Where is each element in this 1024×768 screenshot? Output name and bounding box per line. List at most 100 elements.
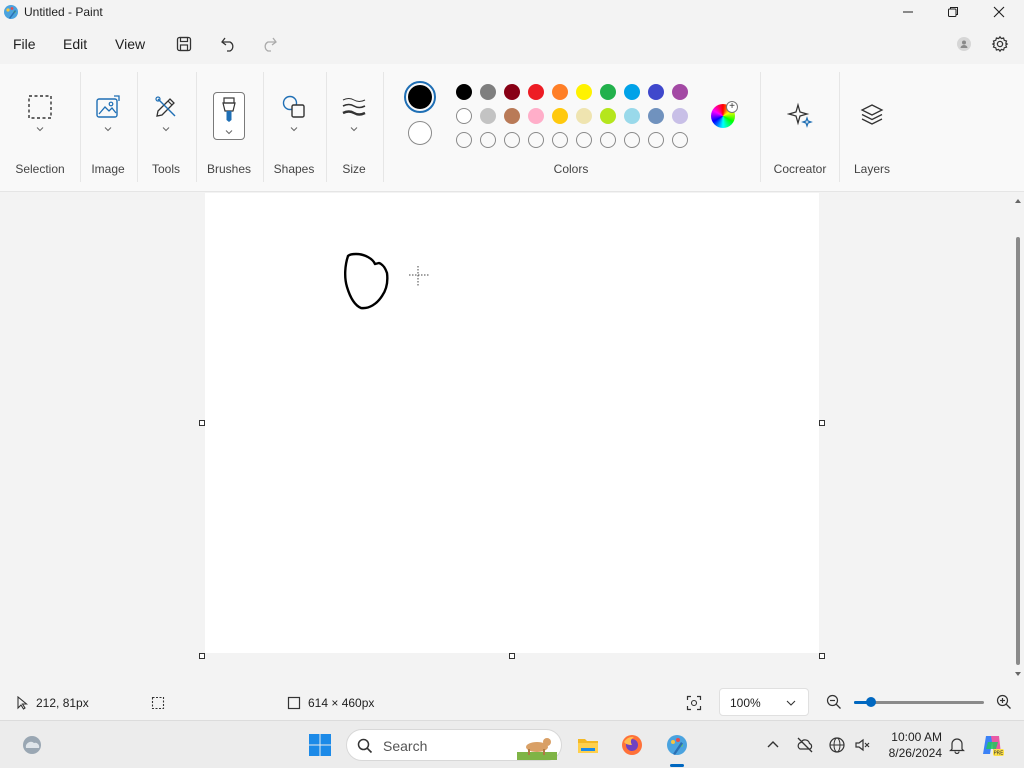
- account-button[interactable]: [950, 32, 978, 56]
- volume-button[interactable]: [849, 731, 877, 759]
- vertical-scrollbar[interactable]: [1012, 193, 1024, 685]
- color-swatch[interactable]: [600, 108, 616, 124]
- chevron-down-icon: [104, 127, 112, 132]
- color-swatch[interactable]: [672, 108, 688, 124]
- taskbar-search[interactable]: Search: [346, 729, 562, 761]
- selection-group[interactable]: Selection: [0, 64, 80, 192]
- scrollbar-thumb[interactable]: [1016, 237, 1020, 665]
- color-swatch[interactable]: [600, 84, 616, 100]
- scroll-up-icon[interactable]: [1014, 197, 1022, 205]
- color-swatch[interactable]: [648, 108, 664, 124]
- menu-file[interactable]: File: [13, 36, 36, 52]
- color-swatch[interactable]: [456, 84, 472, 100]
- color-swatch[interactable]: [528, 108, 544, 124]
- cursor-position: 212, 81px: [36, 696, 89, 710]
- file-explorer-button[interactable]: [574, 731, 602, 759]
- resize-handle-bottom-right[interactable]: [819, 653, 825, 659]
- firefox-button[interactable]: [618, 731, 646, 759]
- color-swatch[interactable]: [552, 84, 568, 100]
- custom-color-slot[interactable]: [552, 132, 568, 148]
- undo-button[interactable]: [215, 32, 243, 56]
- layers-group[interactable]: Layers: [840, 64, 904, 192]
- primary-color[interactable]: [404, 81, 436, 113]
- zoom-in-icon[interactable]: [996, 694, 1012, 710]
- color-swatch[interactable]: [648, 84, 664, 100]
- custom-color-slot[interactable]: [624, 132, 640, 148]
- color-swatch[interactable]: [480, 84, 496, 100]
- custom-color-slot[interactable]: [504, 132, 520, 148]
- scroll-down-icon[interactable]: [1014, 670, 1022, 678]
- zoom-level-dropdown[interactable]: 100%: [719, 688, 809, 716]
- color-swatch[interactable]: [552, 108, 568, 124]
- taskbar: Search 10:00 AM 8/26/2024 PRE: [0, 720, 1024, 768]
- cocreator-group[interactable]: Cocreator: [761, 64, 839, 192]
- color-swatch[interactable]: [504, 108, 520, 124]
- status-bar: 212, 81px 614 × 460px 100%: [0, 685, 1024, 720]
- stroke-size-icon: [342, 98, 366, 116]
- color-swatch[interactable]: [528, 84, 544, 100]
- brushes-group[interactable]: Brushes: [196, 64, 262, 192]
- color-swatch[interactable]: [456, 108, 472, 124]
- custom-color-slot[interactable]: [480, 132, 496, 148]
- color-swatch[interactable]: [480, 108, 496, 124]
- menu-edit[interactable]: Edit: [63, 36, 87, 52]
- color-swatch[interactable]: [576, 108, 592, 124]
- zoom-level: 100%: [730, 696, 761, 710]
- onedrive-status-button[interactable]: [791, 731, 819, 759]
- color-swatch[interactable]: [624, 84, 640, 100]
- firefox-icon: [622, 735, 642, 755]
- drawing-canvas[interactable]: [205, 193, 819, 653]
- bell-icon: [949, 738, 965, 754]
- close-icon: [993, 6, 1005, 18]
- custom-color-slot[interactable]: [528, 132, 544, 148]
- widgets-button[interactable]: [18, 731, 46, 759]
- selection-rectangle-icon: [28, 95, 52, 119]
- network-button[interactable]: [823, 731, 851, 759]
- color-swatch[interactable]: [576, 84, 592, 100]
- notifications-button[interactable]: [943, 731, 971, 759]
- fit-to-window-icon[interactable]: [686, 695, 702, 711]
- ribbon-toolbar: Selection Image Tools Brushes Shapes Siz…: [0, 64, 1024, 192]
- size-group[interactable]: Size: [326, 64, 382, 192]
- minimize-button[interactable]: [885, 0, 931, 24]
- size-label: Size: [342, 162, 366, 176]
- add-color-plus-icon: +: [726, 101, 738, 113]
- image-label: Image: [91, 162, 125, 176]
- settings-button[interactable]: [986, 32, 1014, 56]
- zoom-slider-thumb[interactable]: [866, 697, 876, 707]
- resize-handle-bottom[interactable]: [509, 653, 515, 659]
- custom-color-slot[interactable]: [648, 132, 664, 148]
- chevron-down-icon: [225, 130, 233, 135]
- secondary-color[interactable]: [408, 121, 432, 145]
- restore-button[interactable]: [930, 0, 976, 24]
- system-clock[interactable]: 10:00 AM 8/26/2024: [880, 729, 942, 761]
- save-button[interactable]: [170, 32, 198, 56]
- color-swatch[interactable]: [672, 84, 688, 100]
- custom-color-slot[interactable]: [600, 132, 616, 148]
- custom-color-slot[interactable]: [456, 132, 472, 148]
- windows-start-icon: [309, 734, 331, 756]
- copilot-button[interactable]: PRE: [978, 731, 1006, 759]
- zoom-out-icon[interactable]: [826, 694, 842, 710]
- show-hidden-icons-button[interactable]: [759, 731, 787, 759]
- image-group[interactable]: Image: [80, 64, 136, 192]
- brush-selected-box[interactable]: [213, 92, 245, 140]
- redo-button[interactable]: [255, 32, 283, 56]
- shapes-group[interactable]: Shapes: [263, 64, 325, 192]
- canvas-size-icon: [287, 696, 301, 710]
- color-swatch[interactable]: [624, 108, 640, 124]
- resize-handle-right[interactable]: [819, 420, 825, 426]
- colors-label: Colors: [553, 162, 589, 176]
- close-button[interactable]: [976, 0, 1022, 24]
- canvas-workspace: [0, 193, 1012, 685]
- custom-color-slot[interactable]: [672, 132, 688, 148]
- resize-handle-bottom-left[interactable]: [199, 653, 205, 659]
- menu-view[interactable]: View: [115, 36, 145, 52]
- custom-color-slot[interactable]: [576, 132, 592, 148]
- crosshair-cursor-icon: [409, 266, 429, 286]
- paint-taskbar-button[interactable]: [663, 731, 691, 759]
- start-button[interactable]: [306, 731, 334, 759]
- tools-group[interactable]: Tools: [137, 64, 195, 192]
- resize-handle-left[interactable]: [199, 420, 205, 426]
- color-swatch[interactable]: [504, 84, 520, 100]
